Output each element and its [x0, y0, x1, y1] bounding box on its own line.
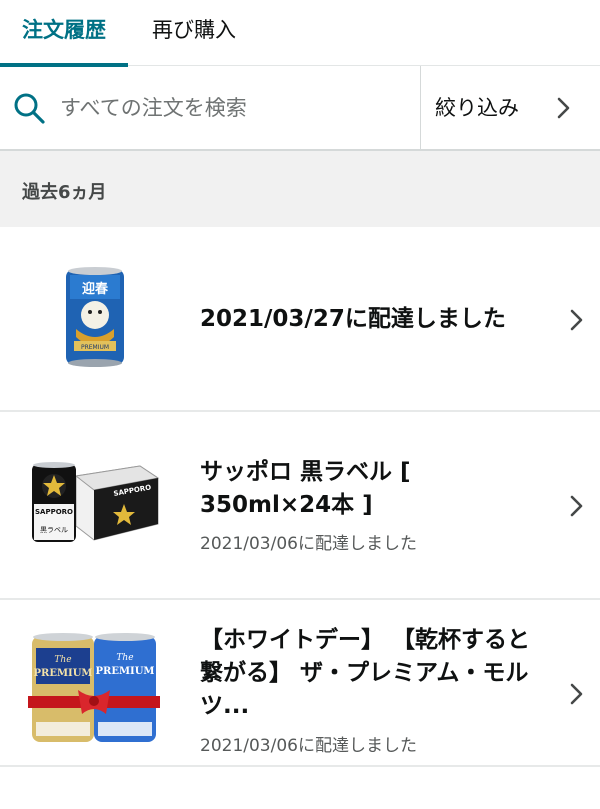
order-title-line: 350ml×24本 ] [200, 492, 373, 518]
premium-malts-image: The PREMIUM The PREMIUM [28, 633, 160, 742]
svg-text:PREMIUM: PREMIUM [34, 668, 93, 679]
order-row[interactable]: The PREMIUM The PREMIUM 【ホワイトデー】 【乾杯すると … [0, 600, 600, 765]
svg-text:迎春: 迎春 [82, 281, 109, 297]
filter-button[interactable]: 絞り込み [421, 66, 600, 149]
order-status: 2021/03/06に配達しました [200, 534, 417, 554]
tab-order-history[interactable]: 注文履歴 [0, 0, 128, 67]
divider [0, 765, 600, 767]
sapporo-black-label-image: SAPPORO SAPPORO 黒ラベル [32, 462, 160, 542]
order-title-line: 繋がる】 ザ・プレミアム・モル [200, 660, 529, 686]
chevron-right-icon [570, 309, 583, 331]
svg-text:PREMIUM: PREMIUM [96, 666, 155, 677]
order-title-line: 【ホワイトデー】 【乾杯すると [200, 627, 531, 653]
chevron-right-icon [570, 683, 583, 705]
order-row[interactable]: 迎春 PREMIUM 2021/03/27に配達しました [0, 227, 600, 410]
svg-text:PREMIUM: PREMIUM [81, 344, 109, 351]
order-title: 2021/03/27に配達しました [200, 306, 506, 332]
search-input[interactable] [60, 88, 400, 128]
section-header: 過去6ヵ月 [0, 151, 600, 227]
svg-text:The: The [116, 653, 133, 663]
search-row: 絞り込み [0, 66, 600, 151]
svg-text:The: The [54, 655, 71, 665]
filter-label: 絞り込み [435, 96, 519, 120]
chevron-right-icon [570, 495, 583, 517]
search-icon[interactable] [12, 91, 46, 125]
order-title: 【ホワイトデー】 【乾杯すると 繋がる】 ザ・プレミアム・モル ツ... [200, 624, 555, 723]
order-title: サッポロ 黒ラベル [ 350ml×24本 ] [200, 456, 550, 522]
order-title-line: ツ... [200, 693, 250, 719]
svg-text:黒ラベル: 黒ラベル [40, 526, 68, 534]
tab-buy-again[interactable]: 再び購入 [152, 0, 236, 66]
chevron-right-icon [557, 97, 570, 119]
section-title: 過去6ヵ月 [22, 182, 107, 203]
beer-can-image: 迎春 PREMIUM [66, 267, 124, 367]
order-status: 2021/03/06に配達しました [200, 736, 417, 756]
search-box [0, 66, 421, 149]
svg-text:SAPPORO: SAPPORO [35, 508, 73, 516]
order-row[interactable]: SAPPORO SAPPORO 黒ラベル サッポロ 黒ラベル [ 350ml×2… [0, 412, 600, 598]
order-title-line: サッポロ 黒ラベル [ [200, 459, 411, 485]
order-tabs: 注文履歴 再び購入 [0, 0, 600, 67]
